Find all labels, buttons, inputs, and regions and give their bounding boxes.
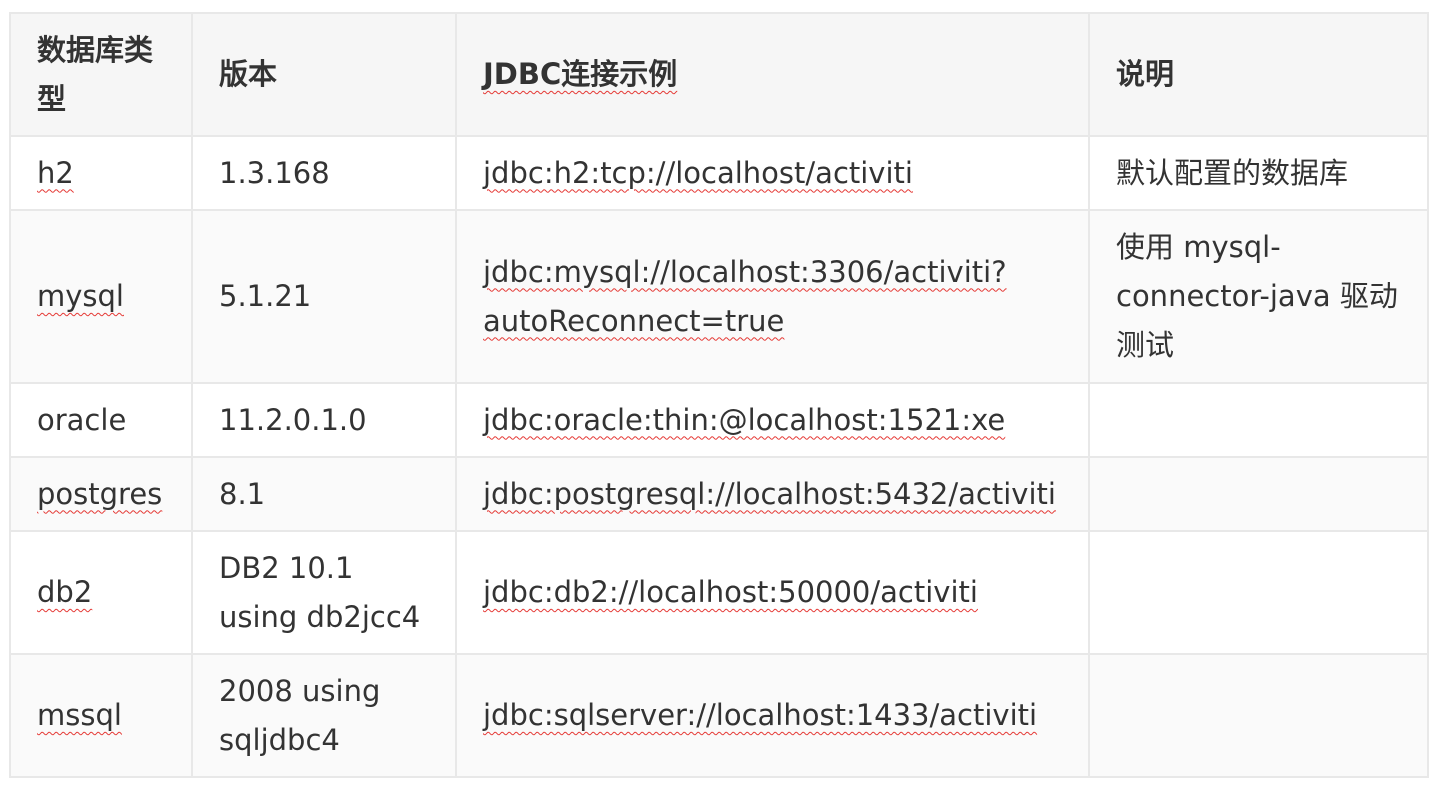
table-body: h2 1.3.168 jdbc:h2:tcp://localhost/activ… xyxy=(9,135,1429,778)
cell-database-type: h2 xyxy=(9,135,193,211)
cell-note: 使用 mysql-connector-java 驱动测试 xyxy=(1088,209,1429,384)
database-table-container: 数据库类型 版本 JDBC连接示例 说明 h2 1.3.168 jdbc:h2:… xyxy=(9,12,1429,778)
header-version: 版本 xyxy=(191,12,457,137)
database-type-text: mssql xyxy=(37,698,122,732)
header-jdbc-example: JDBC连接示例 xyxy=(455,12,1090,137)
cell-database-type: postgres xyxy=(9,456,193,532)
cell-note xyxy=(1088,653,1429,778)
header-jdbc-example-text: JDBC连接示例 xyxy=(483,57,678,91)
table-row: h2 1.3.168 jdbc:h2:tcp://localhost/activ… xyxy=(9,135,1429,211)
database-type-text: postgres xyxy=(37,476,163,511)
table-row: oracle 11.2.0.1.0 jdbc:oracle:thin:@loca… xyxy=(9,382,1429,458)
cell-jdbc: jdbc:oracle:thin:@localhost:1521:xe xyxy=(455,382,1090,458)
cell-jdbc: jdbc:mysql://localhost:3306/activiti?aut… xyxy=(455,209,1090,384)
jdbc-url-text: jdbc:sqlserver://localhost:1433/activiti xyxy=(483,698,1038,732)
jdbc-url-text: jdbc:mysql://localhost:3306/activiti?aut… xyxy=(483,254,1007,338)
jdbc-url-text: jdbc:db2://localhost:50000/activiti xyxy=(483,575,978,609)
table-row: db2 DB2 10.1 using db2jcc4 jdbc:db2://lo… xyxy=(9,530,1429,655)
cell-database-type: db2 xyxy=(9,530,193,655)
database-type-text: h2 xyxy=(37,155,74,190)
jdbc-url-text: jdbc:h2:tcp://localhost/activiti xyxy=(483,155,913,190)
table-row: postgres 8.1 jdbc:postgresql://localhost… xyxy=(9,456,1429,532)
cell-version: DB2 10.1 using db2jcc4 xyxy=(191,530,457,655)
database-support-table: 数据库类型 版本 JDBC连接示例 说明 h2 1.3.168 jdbc:h2:… xyxy=(9,12,1429,778)
header-note: 说明 xyxy=(1088,12,1429,137)
table-header: 数据库类型 版本 JDBC连接示例 说明 xyxy=(9,12,1429,137)
cell-version: 2008 using sqljdbc4 xyxy=(191,653,457,778)
table-row: mssql 2008 using sqljdbc4 jdbc:sqlserver… xyxy=(9,653,1429,778)
cell-note: 默认配置的数据库 xyxy=(1088,135,1429,211)
database-type-text: mysql xyxy=(37,279,124,313)
header-row: 数据库类型 版本 JDBC连接示例 说明 xyxy=(9,12,1429,137)
cell-jdbc: jdbc:sqlserver://localhost:1433/activiti xyxy=(455,653,1090,778)
cell-database-type: mysql xyxy=(9,209,193,384)
header-database-type: 数据库类型 xyxy=(9,12,193,137)
cell-version: 5.1.21 xyxy=(191,209,457,384)
cell-jdbc: jdbc:h2:tcp://localhost/activiti xyxy=(455,135,1090,211)
cell-note xyxy=(1088,456,1429,532)
cell-version: 8.1 xyxy=(191,456,457,532)
cell-version: 11.2.0.1.0 xyxy=(191,382,457,458)
cell-database-type: mssql xyxy=(9,653,193,778)
jdbc-url-text: jdbc:oracle:thin:@localhost:1521:xe xyxy=(483,402,1006,437)
cell-jdbc: jdbc:postgresql://localhost:5432/activit… xyxy=(455,456,1090,532)
table-row: mysql 5.1.21 jdbc:mysql://localhost:3306… xyxy=(9,209,1429,384)
jdbc-url-text: jdbc:postgresql://localhost:5432/activit… xyxy=(483,476,1056,511)
cell-jdbc: jdbc:db2://localhost:50000/activiti xyxy=(455,530,1090,655)
database-type-text: db2 xyxy=(37,575,93,609)
cell-note xyxy=(1088,530,1429,655)
cell-database-type: oracle xyxy=(9,382,193,458)
cell-note xyxy=(1088,382,1429,458)
cell-version: 1.3.168 xyxy=(191,135,457,211)
